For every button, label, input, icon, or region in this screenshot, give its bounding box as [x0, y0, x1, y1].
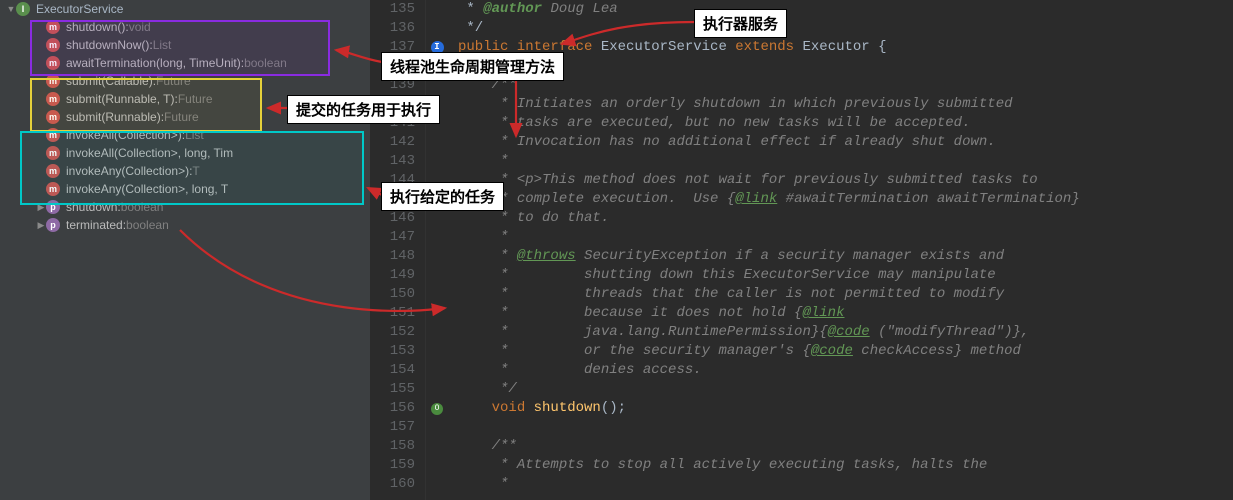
- method-icon: m: [46, 74, 60, 88]
- annotation-submit: 提交的任务用于执行: [287, 95, 440, 124]
- chevron-right-icon[interactable]: ▶: [36, 198, 46, 216]
- method-icon: m: [46, 38, 60, 52]
- line-number: 135: [370, 0, 415, 19]
- code-line[interactable]: * or the security manager's {@code check…: [458, 342, 1080, 361]
- tree-item[interactable]: mawaitTermination(long, TimeUnit): boole…: [0, 54, 370, 72]
- interface-icon: I: [16, 2, 30, 16]
- override-gutter-icon[interactable]: O: [431, 403, 443, 415]
- code-line[interactable]: * <p>This method does not wait for previ…: [458, 171, 1080, 190]
- method-icon: m: [46, 164, 60, 178]
- tree-item[interactable]: msubmit(Callable): Future: [0, 72, 370, 90]
- code-line[interactable]: * shutting down this ExecutorService may…: [458, 266, 1080, 285]
- property-icon: p: [46, 218, 60, 232]
- chevron-down-icon[interactable]: ▼: [6, 0, 16, 18]
- code-line[interactable]: * denies access.: [458, 361, 1080, 380]
- line-number: 154: [370, 361, 415, 380]
- method-icon: m: [46, 20, 60, 34]
- line-number: 151: [370, 304, 415, 323]
- code-line[interactable]: *: [458, 152, 1080, 171]
- structure-panel[interactable]: ▼ I ExecutorService mshutdown(): voidmsh…: [0, 0, 370, 500]
- code-line[interactable]: * @throws SecurityException if a securit…: [458, 247, 1080, 266]
- property-icon: p: [46, 200, 60, 214]
- line-number: 156: [370, 399, 415, 418]
- code-line[interactable]: * tasks are executed, but no new tasks w…: [458, 114, 1080, 133]
- code-line[interactable]: * Initiates an orderly shutdown in which…: [458, 95, 1080, 114]
- method-icon: m: [46, 146, 60, 160]
- tree-root[interactable]: ▼ I ExecutorService: [0, 0, 370, 18]
- line-number: 150: [370, 285, 415, 304]
- tree-item[interactable]: ▶pshutdown: boolean: [0, 198, 370, 216]
- chevron-right-icon[interactable]: ▶: [36, 216, 46, 234]
- code-line[interactable]: *: [458, 228, 1080, 247]
- line-number: 152: [370, 323, 415, 342]
- annotation-lifecycle: 线程池生命周期管理方法: [381, 52, 564, 81]
- annotation-invoke: 执行给定的任务: [381, 182, 504, 211]
- line-number: 142: [370, 133, 415, 152]
- code-line[interactable]: /**: [458, 437, 1080, 456]
- method-icon: m: [46, 92, 60, 106]
- code-line[interactable]: * java.lang.RuntimePermission}{@code ("m…: [458, 323, 1080, 342]
- code-line[interactable]: [458, 418, 1080, 437]
- method-icon: m: [46, 128, 60, 142]
- line-number: 157: [370, 418, 415, 437]
- interface-name: ExecutorService: [36, 0, 123, 18]
- line-number: 149: [370, 266, 415, 285]
- method-icon: m: [46, 56, 60, 70]
- code-line[interactable]: * threads that the caller is not permitt…: [458, 285, 1080, 304]
- line-number: 136: [370, 19, 415, 38]
- tree-item[interactable]: minvokeAny(Collection>, long, T: [0, 180, 370, 198]
- tree-item[interactable]: minvokeAll(Collection>, long, Tim: [0, 144, 370, 162]
- line-number: 148: [370, 247, 415, 266]
- code-line[interactable]: * Attempts to stop all actively executin…: [458, 456, 1080, 475]
- line-number: 143: [370, 152, 415, 171]
- code-line[interactable]: void shutdown();: [458, 399, 1080, 418]
- code-line[interactable]: * Invocation has no additional effect if…: [458, 133, 1080, 152]
- code-line[interactable]: * because it does not hold {@link: [458, 304, 1080, 323]
- line-number: 155: [370, 380, 415, 399]
- line-number: 160: [370, 475, 415, 494]
- method-icon: m: [46, 110, 60, 124]
- method-icon: m: [46, 182, 60, 196]
- line-number: 147: [370, 228, 415, 247]
- annotation-title: 执行器服务: [694, 9, 787, 38]
- tree-item[interactable]: minvokeAll(Collection>): List: [0, 126, 370, 144]
- tree-item[interactable]: mshutdown(): void: [0, 18, 370, 36]
- tree-item[interactable]: ▶pterminated: boolean: [0, 216, 370, 234]
- tree-item[interactable]: mshutdownNow(): List: [0, 36, 370, 54]
- line-number: 146: [370, 209, 415, 228]
- line-number: 159: [370, 456, 415, 475]
- code-line[interactable]: */: [458, 380, 1080, 399]
- code-line[interactable]: * to do that.: [458, 209, 1080, 228]
- code-line[interactable]: * complete execution. Use {@link #awaitT…: [458, 190, 1080, 209]
- line-number: 158: [370, 437, 415, 456]
- code-line[interactable]: *: [458, 475, 1080, 494]
- tree-item[interactable]: minvokeAny(Collection>): T: [0, 162, 370, 180]
- line-number: 153: [370, 342, 415, 361]
